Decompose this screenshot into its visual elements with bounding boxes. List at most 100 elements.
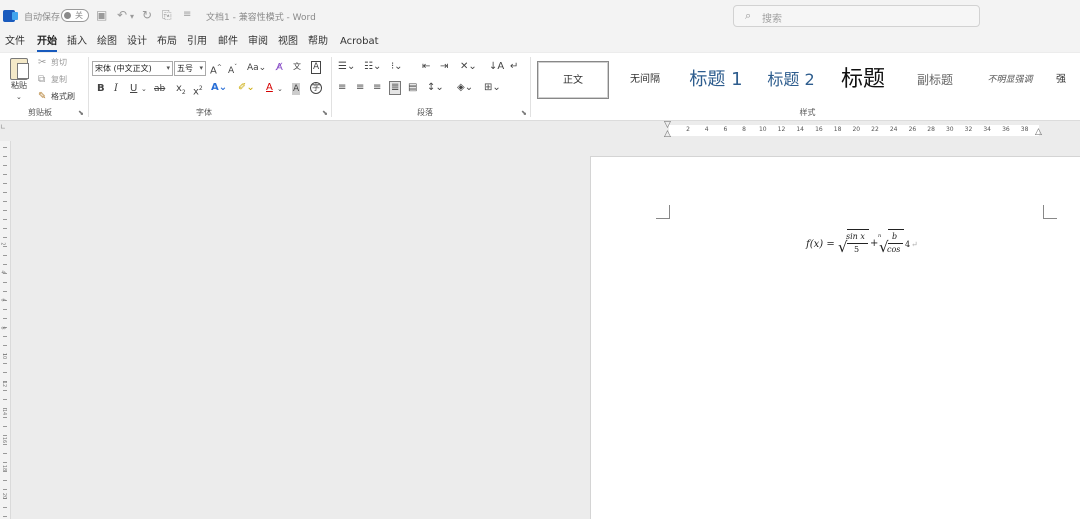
undo-icon[interactable]: ↶: [117, 8, 127, 22]
customize-toolbar-icon[interactable]: ≡: [183, 8, 191, 22]
character-shading-icon[interactable]: A: [292, 83, 301, 95]
tab-file[interactable]: 文件: [5, 36, 25, 48]
line-spacing-icon[interactable]: ↕⌄: [427, 82, 444, 94]
font-name-value: 宋体 (中文正文): [95, 64, 152, 73]
style-subtitle[interactable]: 副标题: [905, 61, 965, 99]
cut-button[interactable]: 剪切: [51, 58, 67, 68]
underline-dropdown-icon[interactable]: ⌄: [141, 83, 147, 95]
sort-icon[interactable]: ↓A: [489, 61, 504, 73]
style-normal[interactable]: 正文: [537, 61, 609, 99]
font-launcher-icon[interactable]: ⬊: [322, 109, 328, 117]
hanging-indent-marker-icon[interactable]: △: [664, 130, 671, 139]
shading-icon[interactable]: ◈⌄: [457, 82, 473, 94]
strikethrough-icon[interactable]: ab: [154, 83, 165, 95]
style-subtle-emphasis[interactable]: 不明显强调: [978, 61, 1042, 99]
tab-layout[interactable]: 布局: [157, 36, 177, 48]
ruler-tick: [3, 507, 7, 508]
format-painter-button[interactable]: 格式刷: [51, 92, 75, 102]
tab-draw[interactable]: 绘图: [97, 36, 117, 48]
ruler-tick: [3, 453, 7, 454]
tab-home[interactable]: 开始: [37, 36, 57, 52]
highlight-icon[interactable]: ✐⌄: [238, 82, 255, 94]
change-case-icon[interactable]: Aa⌄: [247, 62, 266, 74]
font-size-select[interactable]: 五号 ▾: [174, 61, 206, 76]
style-heading-1[interactable]: 标题 1: [683, 61, 749, 99]
word-logo-icon: [3, 10, 18, 22]
style-no-spacing[interactable]: 无间隔: [617, 61, 673, 99]
subscript-icon[interactable]: x2: [176, 83, 186, 99]
paste-dropdown-icon[interactable]: ⌄: [16, 92, 22, 102]
ruler-number: 18: [1, 464, 8, 472]
justify-icon[interactable]: ≣: [389, 81, 402, 95]
ruler-tick: [3, 210, 7, 211]
tab-review[interactable]: 审阅: [248, 36, 268, 48]
style-title[interactable]: 标题: [833, 61, 893, 99]
bold-icon[interactable]: B: [97, 83, 105, 95]
autosave-toggle[interactable]: 关: [61, 9, 89, 22]
bullets-icon[interactable]: ☰⌄: [338, 61, 355, 73]
style-heading-2[interactable]: 标题 2: [761, 61, 821, 99]
copy-button[interactable]: 复制: [51, 75, 67, 85]
ruler-tick: [3, 264, 7, 265]
ruler-number: 12: [1, 380, 8, 388]
tab-selector-icon[interactable]: ∟: [0, 123, 6, 132]
format-page-icon[interactable]: ⎘: [162, 8, 172, 22]
search-box[interactable]: ⌕ 搜索: [733, 5, 980, 27]
ruler-number: 4: [0, 270, 6, 274]
equation-tail: 4: [905, 240, 911, 249]
italic-icon[interactable]: I: [114, 83, 118, 95]
show-marks-icon[interactable]: ↵: [510, 61, 518, 73]
document-page[interactable]: f(x) = √ sin x 5 + n √ b cos 4 ↵: [590, 156, 1080, 519]
align-left-icon[interactable]: ≡: [338, 82, 346, 94]
character-border-icon[interactable]: A: [311, 61, 322, 74]
redo-icon[interactable]: ↻: [142, 8, 152, 22]
tab-help[interactable]: 帮助: [308, 36, 328, 48]
increase-indent-icon[interactable]: ⇥: [440, 61, 448, 73]
tab-acrobat[interactable]: Acrobat: [340, 36, 379, 48]
distributed-icon[interactable]: ▤: [408, 82, 417, 94]
ruler-number: 10: [1, 352, 8, 360]
copy-icon[interactable]: ⧉: [38, 74, 45, 86]
horizontal-ruler[interactable]: 2 4 6 8 10 12 14 16 18 20 22 24 26 28 30 32 34 36 38: [669, 125, 1039, 136]
clear-formatting-icon[interactable]: A̸: [276, 62, 283, 74]
tab-mailings[interactable]: 邮件: [218, 36, 238, 48]
search-icon: ⌕: [745, 9, 752, 22]
shrink-font-icon[interactable]: Aˇ: [228, 62, 237, 77]
tab-insert[interactable]: 插入: [67, 36, 87, 48]
cut-icon[interactable]: ✂: [38, 57, 46, 69]
ruler-number: 16: [815, 126, 823, 133]
chinese-layout-icon[interactable]: ✕⌄: [460, 61, 477, 73]
numbering-icon[interactable]: ☷⌄: [364, 61, 381, 73]
vertical-ruler[interactable]: 2 4 6 8 10 12 14 16 18 20: [0, 141, 11, 519]
align-right-icon[interactable]: ≡: [373, 82, 381, 94]
align-center-icon[interactable]: ≡: [356, 82, 364, 94]
font-color-dropdown-icon[interactable]: ⌄: [277, 83, 283, 95]
clipboard-launcher-icon[interactable]: ⬊: [78, 109, 84, 117]
superscript-icon[interactable]: x2: [193, 83, 203, 98]
tab-references[interactable]: 引用: [187, 36, 207, 48]
group-divider: [331, 57, 332, 117]
format-painter-icon[interactable]: ✎: [38, 91, 46, 103]
style-strong[interactable]: 强: [1049, 61, 1073, 99]
borders-icon[interactable]: ⊞⌄: [484, 82, 501, 94]
grow-font-icon[interactable]: A^: [210, 62, 222, 77]
multilevel-list-icon[interactable]: ⁝⌄: [391, 61, 403, 73]
ruler-tick: [3, 516, 7, 517]
undo-dropdown-icon[interactable]: ▾: [130, 10, 134, 24]
font-color-icon[interactable]: A: [266, 82, 273, 94]
right-indent-marker-icon[interactable]: △: [1035, 128, 1042, 137]
font-name-select[interactable]: 宋体 (中文正文) ▾: [92, 61, 173, 76]
paragraph-launcher-icon[interactable]: ⬊: [521, 109, 527, 117]
tab-view[interactable]: 视图: [278, 36, 298, 48]
enclose-character-icon[interactable]: 字: [310, 82, 322, 94]
paste-button-label[interactable]: 粘贴: [11, 81, 27, 91]
paste-icon[interactable]: [10, 58, 29, 80]
ruler-tick: [3, 228, 7, 229]
text-effects-icon[interactable]: A⌄: [211, 82, 227, 94]
decrease-indent-icon[interactable]: ⇤: [422, 61, 430, 73]
tab-design[interactable]: 设计: [127, 36, 147, 48]
font-size-value: 五号: [177, 64, 193, 73]
phonetic-guide-icon[interactable]: 文: [293, 61, 301, 73]
underline-icon[interactable]: U: [130, 83, 137, 95]
save-icon[interactable]: ▣: [96, 8, 107, 22]
